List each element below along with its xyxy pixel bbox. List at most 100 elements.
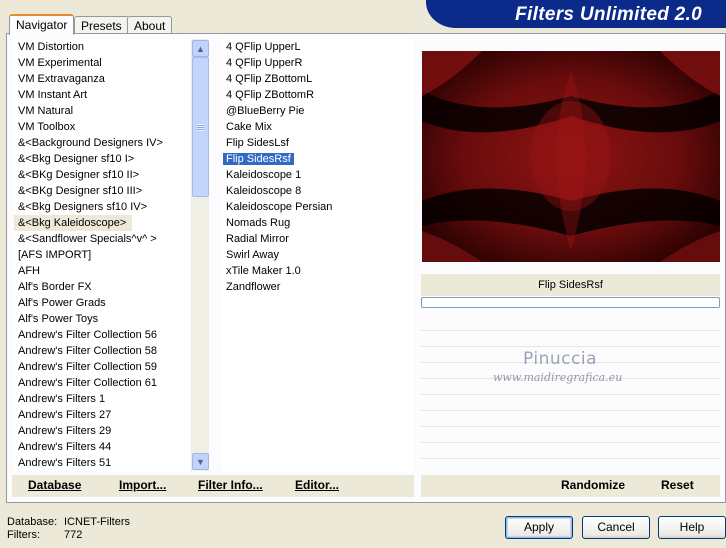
filter-item[interactable]: @BlueBerry Pie <box>222 103 414 119</box>
filter-item[interactable]: 4 QFlip UpperR <box>222 55 414 71</box>
category-item[interactable]: &<Bkg Designer sf10 I> <box>14 151 190 167</box>
apply-button[interactable]: Apply <box>505 516 573 539</box>
category-item[interactable]: VM Extravaganza <box>14 71 190 87</box>
category-item-label: Andrew's Filter Collection 61 <box>18 377 158 389</box>
category-scrollbar[interactable]: ▲ ▼ <box>191 39 209 471</box>
category-item-label: Andrew's Filters 27 <box>18 409 112 421</box>
tab-presets[interactable]: Presets <box>74 16 129 34</box>
category-item[interactable]: Andrew's Filters 1 <box>14 391 190 407</box>
database-value: ICNET-Filters <box>64 516 130 528</box>
filter-info-button[interactable]: Filter Info... <box>198 475 263 495</box>
cancel-button[interactable]: Cancel <box>582 516 650 539</box>
filter-item[interactable]: Flip SidesLsf <box>222 135 414 151</box>
category-item[interactable]: Andrew's Filters 51 <box>14 455 190 471</box>
category-item[interactable]: &<Sandflower Specials^v^ > <box>14 231 190 247</box>
category-item[interactable]: [AFS IMPORT] <box>14 247 190 263</box>
help-button[interactable]: Help <box>658 516 726 539</box>
scroll-down-button[interactable]: ▼ <box>192 453 209 470</box>
category-item-label: Andrew's Filters 51 <box>18 457 112 469</box>
randomize-button[interactable]: Randomize <box>561 475 625 495</box>
category-item[interactable]: VM Instant Art <box>14 87 190 103</box>
filter-item-label: Flip SidesRsf <box>223 153 294 165</box>
import-button[interactable]: Import... <box>119 475 166 495</box>
filter-list[interactable]: 4 QFlip UpperL 4 QFlip UpperR 4 QFlip ZBot… <box>222 39 414 471</box>
category-item[interactable]: &<BKg Designer sf10 II> <box>14 167 190 183</box>
category-item-label: VM Experimental <box>18 57 102 69</box>
category-item[interactable]: &<Background Designers IV> <box>14 135 190 151</box>
category-item[interactable]: Andrew's Filters 44 <box>14 439 190 455</box>
category-item[interactable]: Andrew's Filter Collection 61 <box>14 375 190 391</box>
filter-item[interactable]: xTile Maker 1.0 <box>222 263 414 279</box>
filter-item-label: 4 QFlip UpperL <box>226 41 301 53</box>
category-item[interactable]: &<Bkg Designers sf10 IV> <box>14 199 190 215</box>
filters-count: 772 <box>64 529 83 541</box>
editor-button-label: Editor... <box>295 478 340 492</box>
category-item[interactable]: VM Toolbox <box>14 119 190 135</box>
category-item[interactable]: &<BKg Designer sf10 III> <box>14 183 190 199</box>
filter-item-label: Flip SidesLsf <box>226 137 289 149</box>
preview-kaleidoscope <box>422 51 720 262</box>
filter-item[interactable]: Swirl Away <box>222 247 414 263</box>
filter-item[interactable]: Kaleidoscope 8 <box>222 183 414 199</box>
preview-image <box>422 51 720 262</box>
filter-item[interactable]: Kaleidoscope 1 <box>222 167 414 183</box>
category-item[interactable]: Alf's Power Grads <box>14 295 190 311</box>
category-item[interactable]: Andrew's Filter Collection 59 <box>14 359 190 375</box>
up-arrow-icon: ▲ <box>196 43 205 54</box>
scroll-thumb[interactable] <box>192 57 209 197</box>
filter-item-selected[interactable]: Flip SidesRsf <box>222 151 414 167</box>
category-item[interactable]: Andrew's Filter Collection 58 <box>14 343 190 359</box>
filter-info-button-label: Filter Info... <box>198 478 263 492</box>
category-item-selected[interactable]: &<Bkg Kaleidoscope> <box>14 215 133 231</box>
editor-button[interactable]: Editor... <box>295 475 339 495</box>
category-item-label: VM Distortion <box>18 41 85 53</box>
filter-item-label: Zandflower <box>226 281 281 293</box>
category-item[interactable]: Andrew's Filter Collection 56 <box>14 327 190 343</box>
reset-button[interactable]: Reset <box>661 475 694 495</box>
filter-item-label: Kaleidoscope Persian <box>226 201 333 213</box>
filter-item[interactable]: Cake Mix <box>222 119 414 135</box>
category-item-label: Alf's Power Toys <box>18 313 99 325</box>
tab-navigator[interactable]: Navigator <box>9 14 75 35</box>
filter-item-label: Swirl Away <box>226 249 279 261</box>
filter-item[interactable]: 4 QFlip ZBottomR <box>222 87 414 103</box>
grip-icon <box>197 123 204 131</box>
watermark-url: www.maidiregrafica.eu <box>493 371 623 384</box>
filter-item[interactable]: Radial Mirror <box>222 231 414 247</box>
left-action-bar: Database Import... Filter Info... Editor… <box>12 475 414 497</box>
filter-item-label: Nomads Rug <box>226 217 291 229</box>
filter-item[interactable]: Zandflower <box>222 279 414 295</box>
filter-item-label: Kaleidoscope 8 <box>226 185 302 197</box>
database-button-label: Database <box>28 478 82 492</box>
filter-item-label: Radial Mirror <box>226 233 289 245</box>
filter-item[interactable]: 4 QFlip ZBottomL <box>222 71 414 87</box>
category-item[interactable]: VM Distortion <box>14 39 190 55</box>
category-item[interactable]: Alf's Border FX <box>14 279 190 295</box>
filter-item-label: @BlueBerry Pie <box>226 105 305 117</box>
tab-about[interactable]: About <box>127 16 173 34</box>
category-item-label: Andrew's Filter Collection 56 <box>18 329 158 341</box>
right-action-bar: Randomize Reset <box>421 475 720 497</box>
database-button[interactable]: Database <box>28 475 81 495</box>
category-item[interactable]: VM Experimental <box>14 55 190 71</box>
tab-presets-label: Presets <box>81 19 122 33</box>
scroll-up-button[interactable]: ▲ <box>192 40 209 57</box>
category-list[interactable]: VM Distortion VM Experimental VM Extravaga… <box>14 39 190 471</box>
category-item[interactable]: AFH <box>14 263 190 279</box>
category-item-label: AFH <box>18 265 40 277</box>
category-item-label: &<Background Designers IV> <box>18 137 163 149</box>
parameter-area <box>421 314 720 470</box>
category-item[interactable]: Andrew's Filters 29 <box>14 423 190 439</box>
category-item-label: &<BKg Designer sf10 III> <box>18 185 143 197</box>
category-item-label: Andrew's Filter Collection 59 <box>18 361 158 373</box>
tab-about-label: About <box>134 19 166 33</box>
filter-item[interactable]: 4 QFlip UpperL <box>222 39 414 55</box>
category-item-label: &<Bkg Designers sf10 IV> <box>18 201 148 213</box>
category-item-label: Alf's Border FX <box>18 281 92 293</box>
filter-item[interactable]: Nomads Rug <box>222 215 414 231</box>
import-button-label: Import... <box>119 478 167 492</box>
category-item[interactable]: VM Natural <box>14 103 190 119</box>
category-item[interactable]: Andrew's Filters 27 <box>14 407 190 423</box>
category-item[interactable]: Alf's Power Toys <box>14 311 190 327</box>
filter-item[interactable]: Kaleidoscope Persian <box>222 199 414 215</box>
